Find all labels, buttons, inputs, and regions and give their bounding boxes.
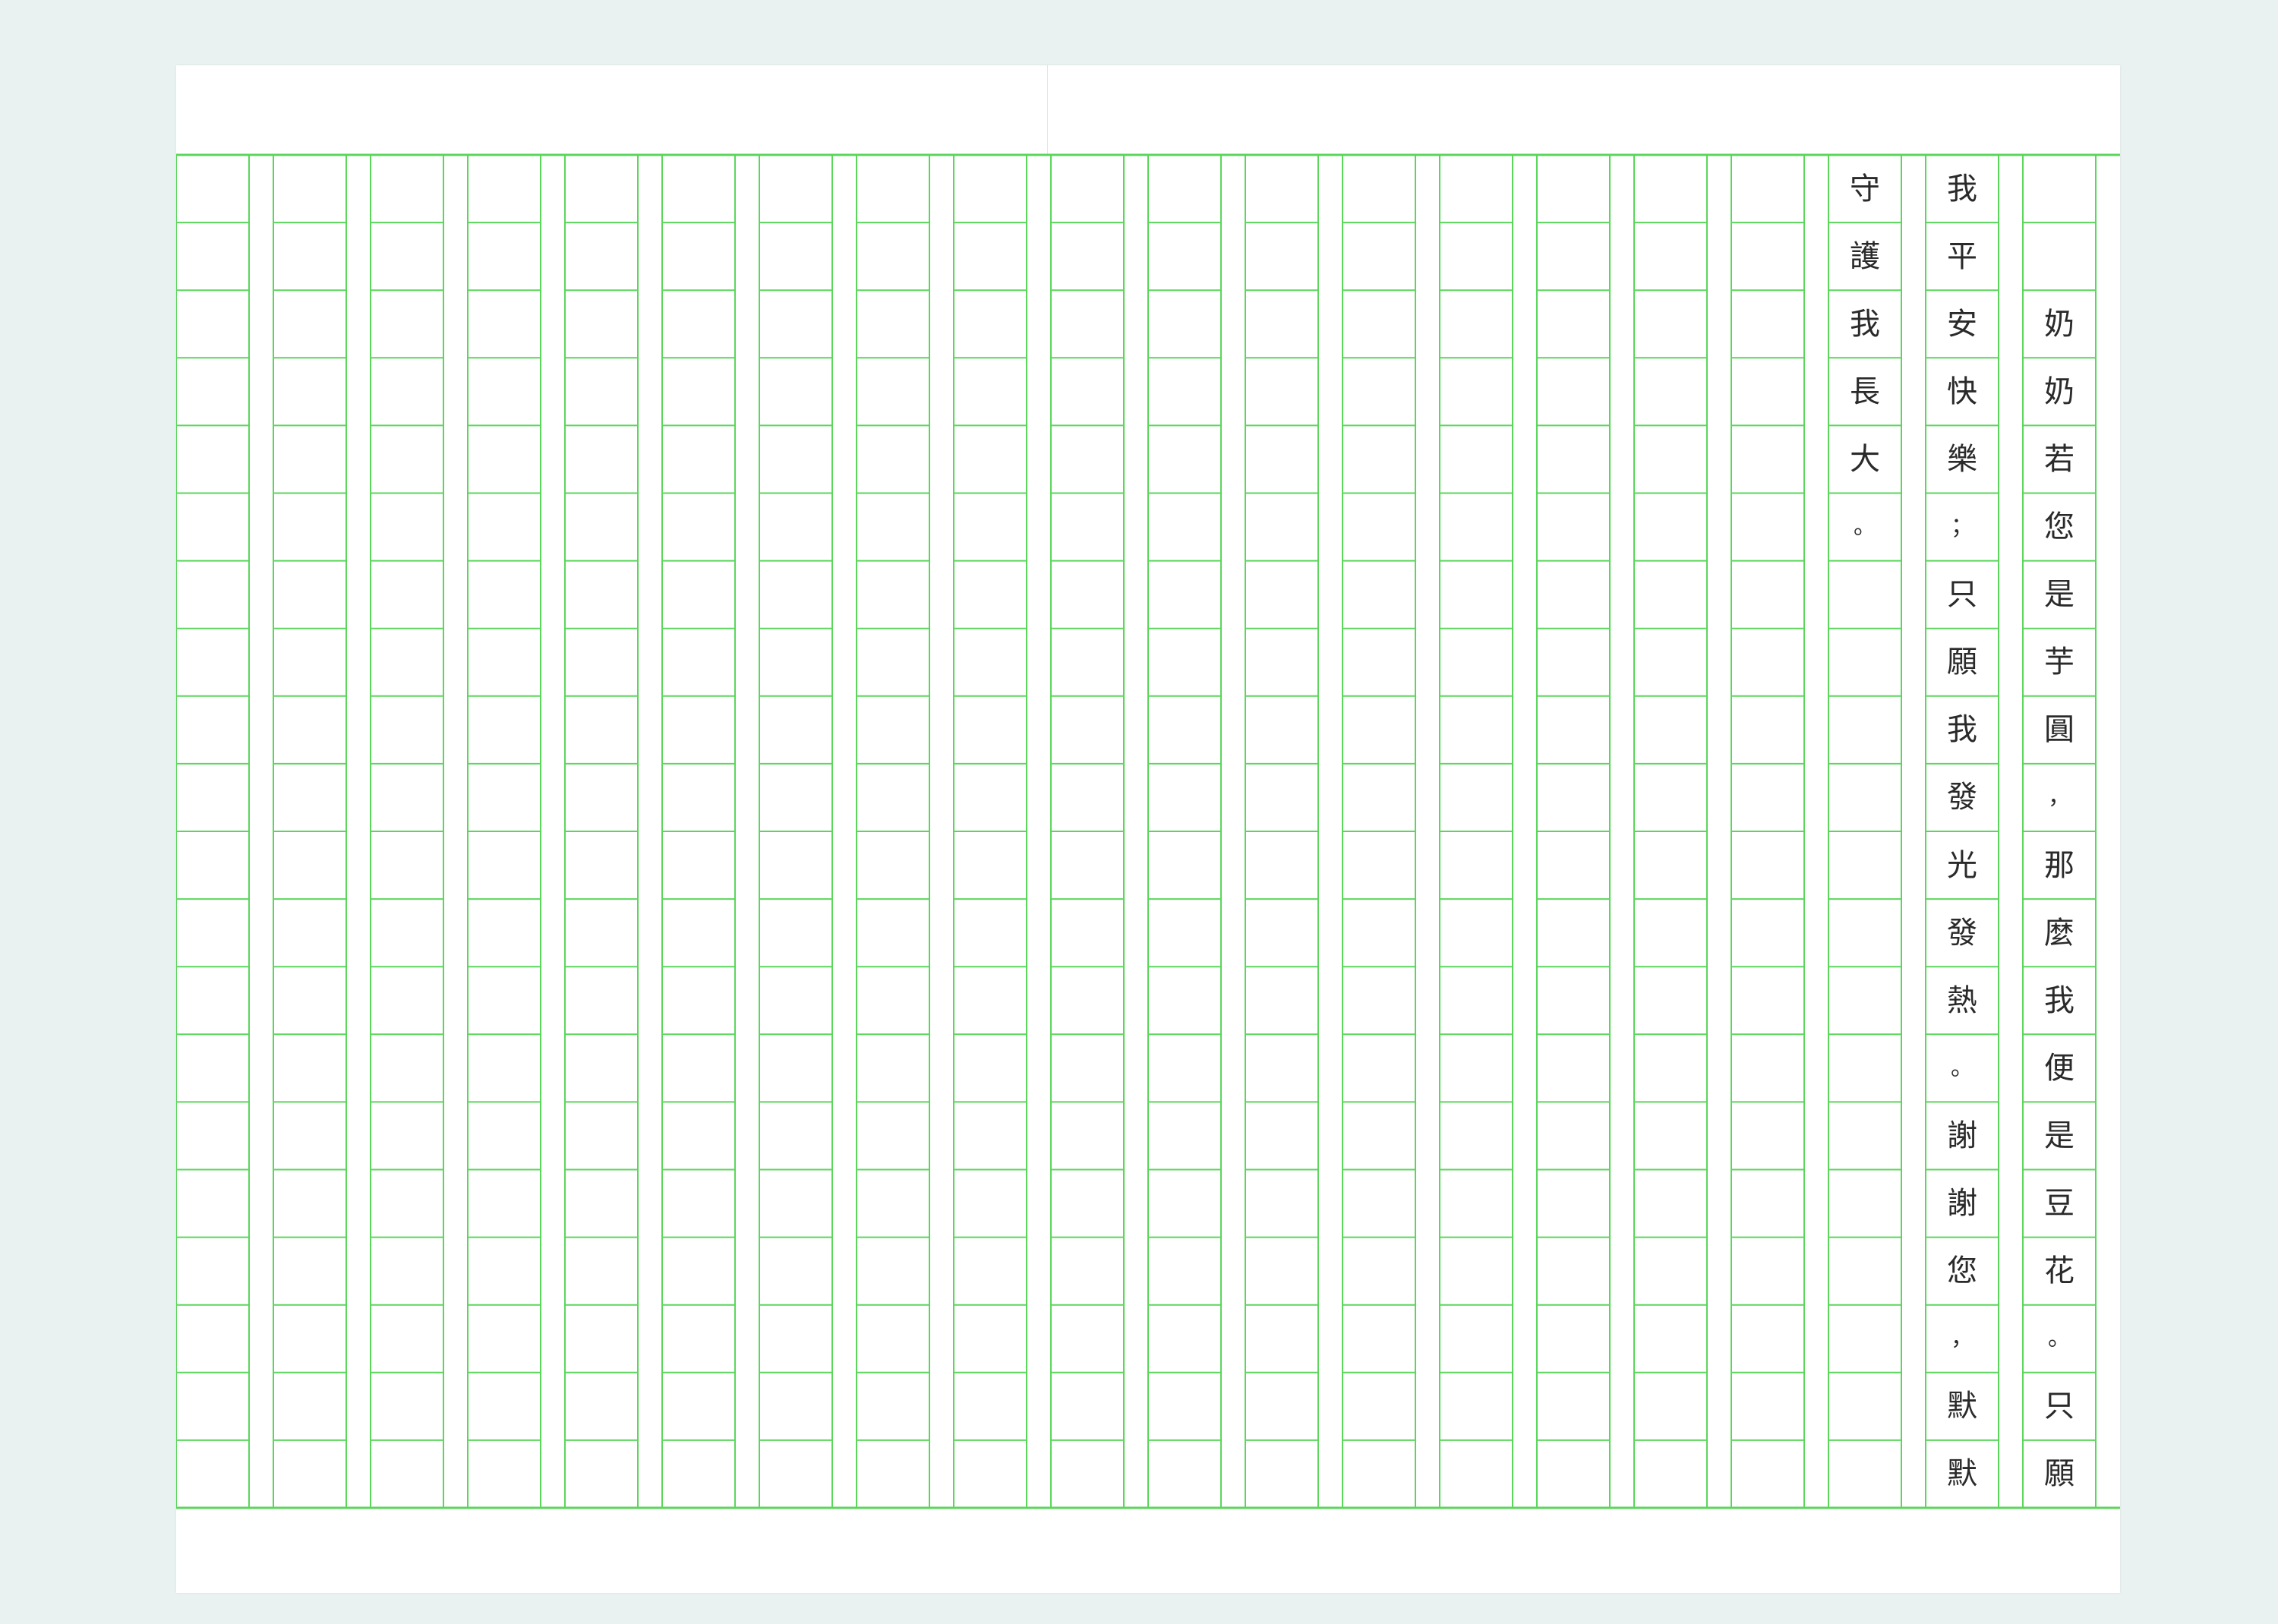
manuscript-char: 我 [1850, 306, 1880, 342]
manuscript-char: 是 [2044, 577, 2074, 613]
manuscript-char: 是 [2044, 1118, 2074, 1153]
manuscript-char: 奶 [2044, 306, 2074, 342]
manuscript-char: 守 [1850, 171, 1880, 207]
manuscript-char: 豆 [2044, 1186, 2074, 1222]
manuscript-char: 便 [2044, 1050, 2074, 1086]
manuscript-char: 大 [1850, 441, 1880, 477]
manuscript-char: 默 [1947, 1456, 1977, 1492]
manuscript-char: 我 [2044, 982, 2074, 1018]
manuscript-char: 花 [2044, 1253, 2074, 1289]
manuscript-char: 長 [1850, 374, 1880, 409]
manuscript-char: ， [1951, 1325, 1974, 1352]
manuscript-char: 您 [2044, 509, 2074, 545]
manuscript-char: 發 [1947, 780, 1977, 815]
manuscript-char: 護 [1850, 238, 1880, 274]
manuscript-char: 熱 [1947, 982, 1977, 1018]
manuscript-char: 。 [1854, 513, 1876, 541]
manuscript-paper: 奶奶若您是芋圓，那麼我便是豆花。只願我平安快樂；只願我發光發熱。謝謝您，默默守護… [176, 65, 2120, 1593]
manuscript-char: 我 [1947, 712, 1977, 748]
manuscript-char: 圓 [2044, 712, 2074, 748]
manuscript-char: 芋 [2044, 645, 2074, 680]
manuscript-char: 只 [1947, 577, 1977, 613]
manuscript-char: 謝 [1947, 1186, 1977, 1222]
manuscript-char: 。 [2048, 1325, 2071, 1352]
manuscript-char: 願 [2044, 1456, 2074, 1492]
manuscript-char: 奶 [2044, 374, 2074, 409]
manuscript-char: 只 [2044, 1389, 2074, 1424]
manuscript-char: 發 [1947, 915, 1977, 951]
manuscript-char: 平 [1947, 238, 1977, 274]
manuscript-char: 我 [1947, 171, 1977, 207]
manuscript-char: ， [2048, 784, 2071, 811]
manuscript-char: 樂 [1947, 441, 1977, 477]
manuscript-char: ； [1951, 513, 1974, 541]
manuscript-char: 。 [1951, 1054, 1974, 1081]
manuscript-char: 光 [1947, 847, 1977, 883]
manuscript-char: 若 [2044, 441, 2074, 477]
manuscript-char: 那 [2044, 847, 2074, 883]
manuscript-char: 快 [1947, 374, 1977, 409]
manuscript-char: 願 [1947, 645, 1977, 680]
manuscript-char: 麼 [2044, 915, 2074, 951]
manuscript-char: 您 [1947, 1253, 1977, 1289]
manuscript-char: 默 [1947, 1389, 1977, 1424]
manuscript-char: 安 [1947, 306, 1977, 342]
manuscript-char: 謝 [1947, 1118, 1977, 1153]
